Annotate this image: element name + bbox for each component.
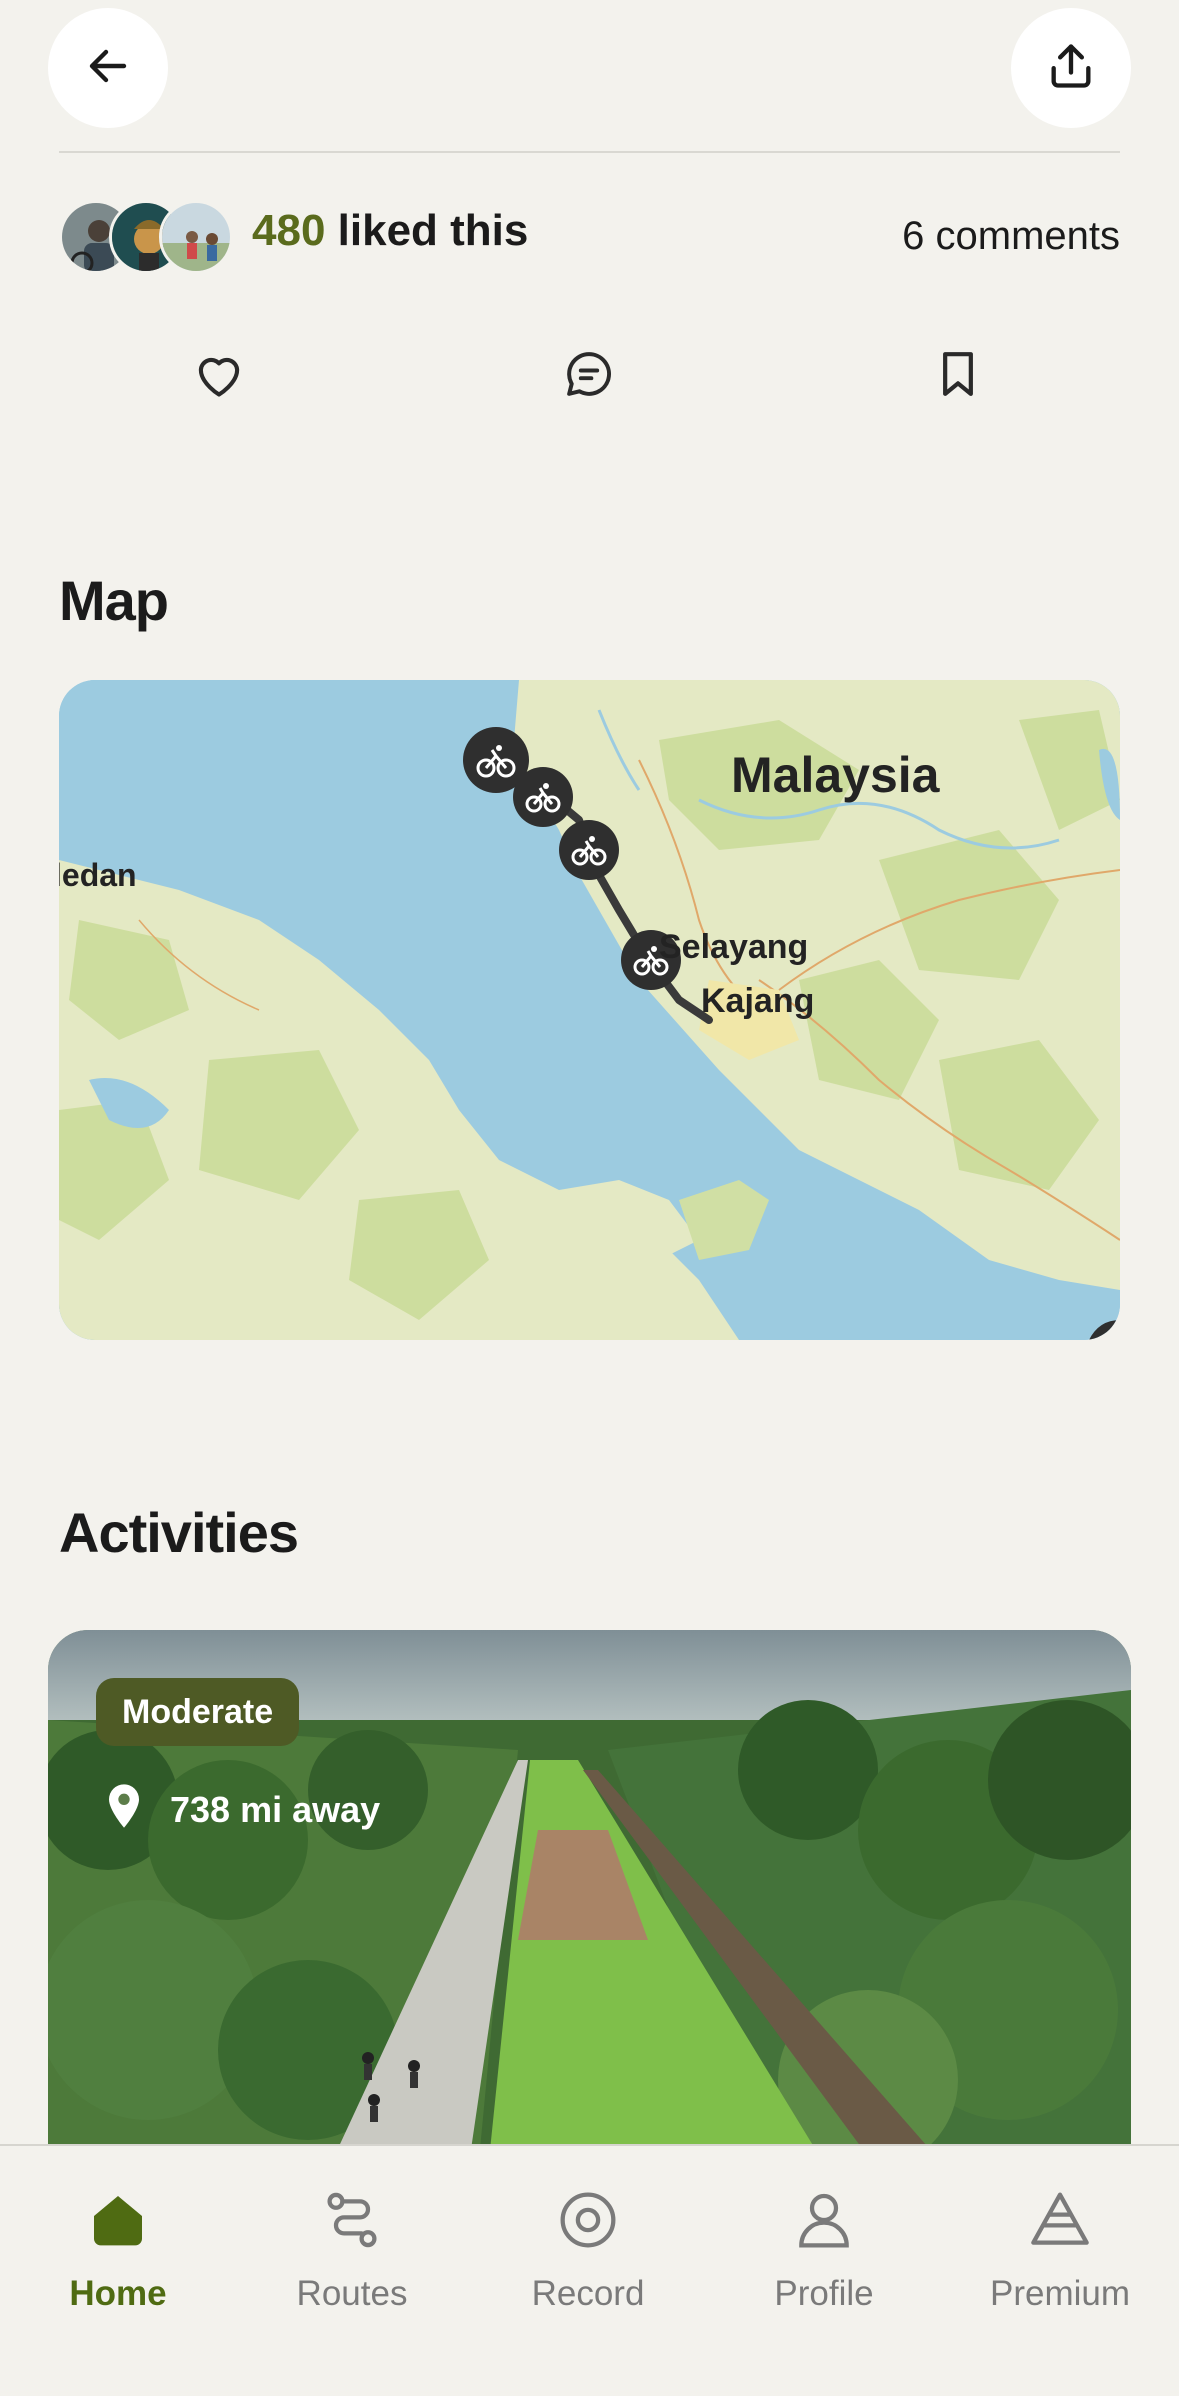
distance-text: 738 mi away (170, 1789, 381, 1830)
map-label-city: ledan (59, 857, 137, 893)
avatar (159, 200, 233, 274)
nav-premium[interactable]: Premium (960, 2164, 1160, 2324)
like-button[interactable] (183, 340, 255, 412)
nav-profile[interactable]: Profile (724, 2164, 924, 2324)
distance-label: 738 mi away (104, 1780, 380, 1840)
profile-icon (786, 2182, 862, 2258)
map-label-country: Malaysia (731, 747, 940, 803)
nav-home[interactable]: Home (18, 2164, 218, 2324)
record-icon (550, 2182, 626, 2258)
home-icon (80, 2182, 156, 2258)
header-divider (59, 151, 1120, 153)
share-button[interactable] (1011, 8, 1131, 128)
premium-icon (1022, 2182, 1098, 2258)
nav-routes[interactable]: Routes (252, 2164, 452, 2324)
nav-label: Premium (989, 2274, 1131, 2313)
route-map[interactable]: Malaysia ledan Selayang Kajang (59, 680, 1120, 1340)
likes-summary[interactable]: 480 liked this (252, 206, 528, 256)
heart-icon (190, 345, 248, 408)
likes-suffix: liked this (325, 206, 529, 255)
activities-section-title: Activities (59, 1501, 299, 1564)
likes-row: 480 liked this 6 comments (59, 196, 1120, 276)
nav-label: Profile (774, 2274, 874, 2313)
comment-icon (561, 346, 617, 407)
arrow-left-icon (84, 42, 132, 95)
routes-icon (314, 2182, 390, 2258)
nav-record[interactable]: Record (488, 2164, 688, 2324)
bike-marker[interactable] (513, 767, 573, 827)
back-button[interactable] (48, 8, 168, 128)
likes-count: 480 (252, 206, 326, 255)
nav-label: Home (69, 2274, 167, 2313)
map-label-city: Kajang (701, 982, 815, 1020)
location-pin-icon (104, 1782, 144, 1839)
difficulty-badge: Moderate (96, 1678, 300, 1746)
nav-label: Routes (296, 2274, 408, 2313)
comments-count[interactable]: 6 comments (902, 214, 1120, 259)
bottom-navigation: Home Routes Record Profile Premium (0, 2144, 1179, 2396)
bookmark-button[interactable] (922, 340, 994, 412)
map-section-title: Map (59, 569, 169, 632)
comment-button[interactable] (553, 340, 625, 412)
map-label-city: Selayang (659, 928, 809, 966)
bookmark-icon (930, 346, 986, 407)
map-graphic (59, 680, 1120, 1340)
liker-avatars[interactable] (59, 200, 233, 276)
share-icon (1045, 40, 1097, 97)
nav-label: Record (531, 2274, 645, 2313)
activity-card[interactable]: Moderate 738 mi away (48, 1630, 1131, 2170)
bike-marker[interactable] (559, 820, 619, 880)
